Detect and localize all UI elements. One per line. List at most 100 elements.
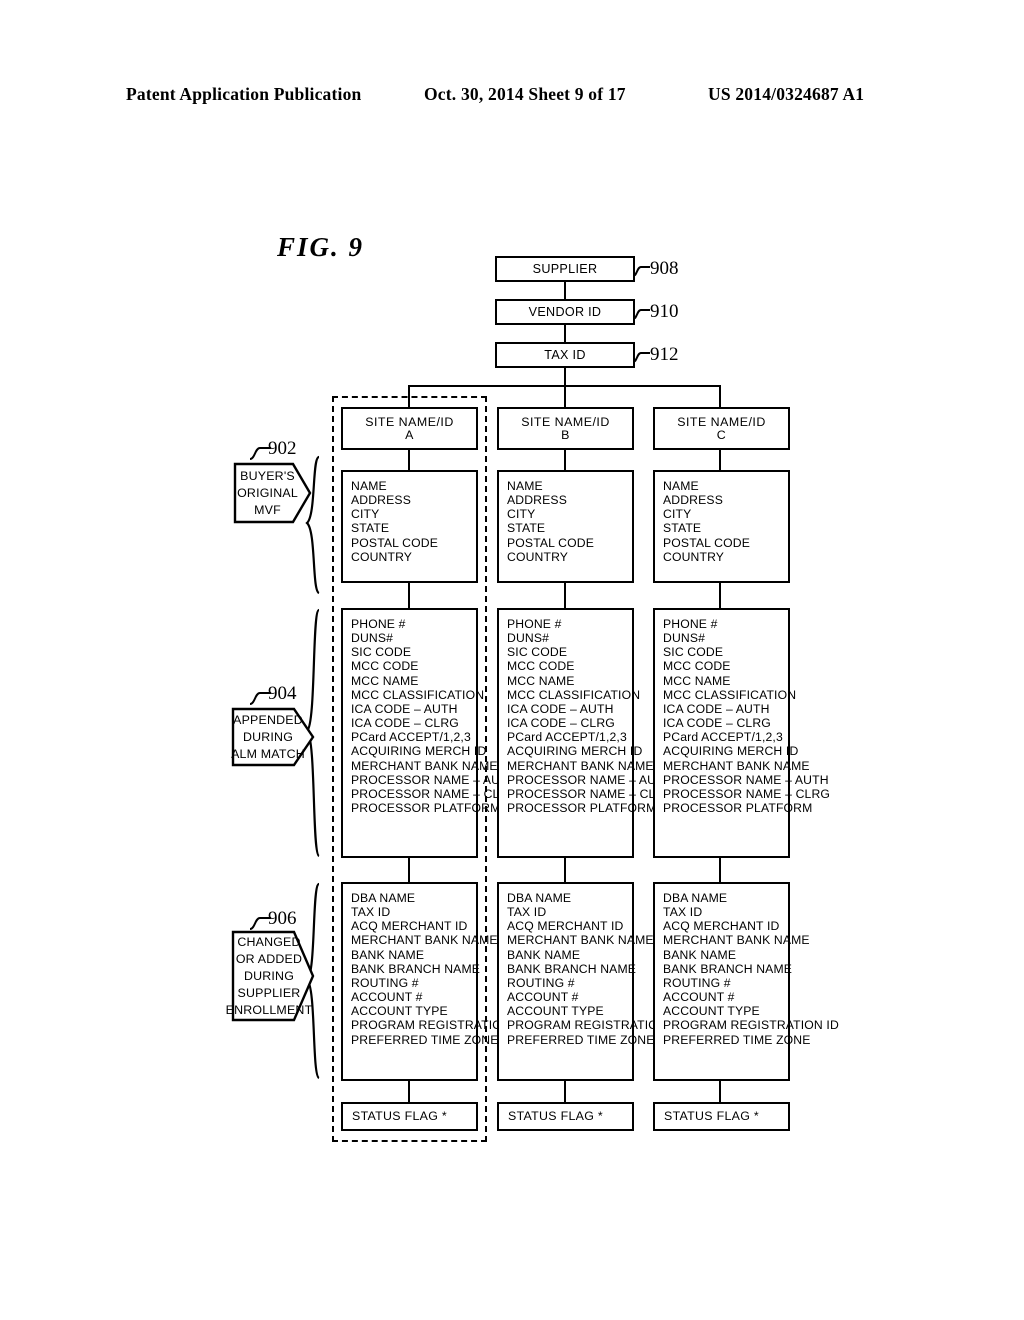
- field-row: ROUTING #: [351, 975, 419, 990]
- callout-906-line2: OR ADDED: [235, 951, 303, 966]
- connector-vendor-tax: [563, 324, 566, 344]
- field-row: BANK BRANCH NAME: [351, 961, 481, 976]
- field-row: PCard ACCEPT/1,2,3: [351, 730, 471, 745]
- supplier-box: SUPPLIER: [495, 256, 635, 282]
- field-row: ACQUIRING MERCH ID: [351, 744, 487, 759]
- figure-title: FIG. 9: [277, 232, 365, 262]
- field-row: POSTAL CODE: [507, 535, 594, 550]
- field-row: STATE: [507, 521, 546, 536]
- callout-902-line3: MVF: [254, 502, 281, 517]
- field-row: PROCESSOR NAME – CLRG: [351, 786, 519, 801]
- field-row: CITY: [507, 507, 536, 522]
- field-row: DBA NAME: [507, 891, 572, 905]
- field-row: PHONE #: [663, 617, 718, 631]
- field-row: BANK NAME: [507, 947, 581, 962]
- callout-904-line1: APPENDED: [233, 712, 303, 727]
- field-row: PROGRAM REGISTRATION ID: [351, 1018, 527, 1033]
- callout-902-line2: ORIGINAL: [237, 485, 298, 500]
- callout-902: BUYER'S ORIGINAL MVF: [233, 462, 312, 524]
- field-row: PHONE #: [351, 617, 406, 631]
- appended-fields-a: PHONE # DUNS# SIC CODE MCC CODE MCC NAME…: [341, 608, 519, 858]
- site-header-b: SITE NAME/ID B: [497, 407, 634, 450]
- enrollment-fields-c: DBA NAME TAX ID ACQ MERCHANT ID MERCHANT…: [653, 882, 839, 1081]
- field-row: MCC CODE: [663, 659, 731, 674]
- connector-c-3: [719, 858, 722, 882]
- callout-902-text: BUYER'S ORIGINAL MVF: [233, 462, 312, 524]
- callout-906-text: CHANGED OR ADDED DURING SUPPLIER ENROLLM…: [226, 930, 315, 1022]
- site-header-a-line2: A: [405, 427, 414, 442]
- field-row: ACCOUNT #: [507, 990, 579, 1005]
- field-row: ICA CODE – AUTH: [507, 701, 614, 716]
- field-row: SIC CODE: [663, 645, 724, 660]
- field-row: ADDRESS: [351, 493, 411, 508]
- field-row: NAME: [663, 479, 699, 493]
- field-row: PROCESSOR NAME – AUTH: [507, 772, 673, 787]
- field-row: COUNTRY: [507, 549, 569, 564]
- field-row: MERCHANT BANK NAME: [351, 758, 498, 773]
- patent-number-label: US 2014/0324687 A1: [708, 84, 865, 104]
- callout-904-line2: DURING: [242, 729, 294, 744]
- field-row: ADDRESS: [507, 493, 567, 508]
- field-row: PREFERRED TIME ZONE: [351, 1032, 499, 1047]
- callout-902-line1: BUYER'S: [240, 468, 295, 483]
- field-row: MCC CODE: [351, 659, 419, 674]
- callout-906-line4: SUPPLIER: [237, 985, 301, 1000]
- ref-904: 904: [268, 683, 297, 704]
- leader-912: [632, 352, 650, 363]
- original-fields-c: NAME ADDRESS CITY STATE POSTAL CODE COUN…: [653, 470, 790, 583]
- field-row: BANK NAME: [351, 947, 425, 962]
- field-row: PHONE #: [507, 617, 562, 631]
- field-row: DUNS#: [663, 631, 706, 646]
- field-row: PCard ACCEPT/1,2,3: [663, 730, 783, 745]
- field-row: MCC CLASSIFICATION: [507, 687, 641, 702]
- field-row: POSTAL CODE: [663, 535, 750, 550]
- tax-id-label: TAX ID: [544, 347, 586, 362]
- field-row: DBA NAME: [663, 891, 728, 905]
- connector-b-1: [563, 450, 566, 470]
- field-row: DUNS#: [507, 631, 550, 646]
- bus-drop-c: [719, 385, 722, 407]
- field-row: ICA CODE – AUTH: [663, 701, 770, 716]
- status-flag-b-label: STATUS FLAG *: [508, 1109, 604, 1124]
- field-row: STATE: [351, 521, 390, 536]
- site-header-a: SITE NAME/ID A: [341, 407, 478, 450]
- field-row: MERCHANT BANK NAME: [663, 933, 810, 948]
- field-row: PCard ACCEPT/1,2,3: [507, 730, 627, 745]
- field-row: DUNS#: [351, 631, 394, 646]
- appended-fields-b: PHONE # DUNS# SIC CODE MCC CODE MCC NAME…: [497, 608, 675, 858]
- field-row: TAX ID: [507, 905, 547, 920]
- field-row: STATE: [663, 521, 702, 536]
- leader-908: [632, 266, 650, 277]
- field-row: PROCESSOR NAME – CLRG: [507, 786, 675, 801]
- callout-906-line1: CHANGED: [237, 934, 301, 949]
- appended-fields-c: PHONE # DUNS# SIC CODE MCC CODE MCC NAME…: [653, 608, 831, 858]
- status-flag-c-label: STATUS FLAG *: [664, 1109, 760, 1124]
- callout-904-text: APPENDED DURING ALM MATCH: [231, 707, 315, 767]
- field-row: TAX ID: [351, 905, 391, 920]
- status-flag-a-label: STATUS FLAG *: [352, 1109, 448, 1124]
- field-row: MCC NAME: [663, 673, 731, 688]
- field-row: PREFERRED TIME ZONE: [507, 1032, 655, 1047]
- field-row: POSTAL CODE: [351, 535, 438, 550]
- ref-910: 910: [650, 301, 679, 322]
- original-fields-b: NAME ADDRESS CITY STATE POSTAL CODE COUN…: [497, 470, 634, 583]
- field-row: ACCOUNT TYPE: [351, 1004, 448, 1019]
- field-row: PROCESSOR NAME – CLRG: [663, 786, 831, 801]
- field-row: ICA CODE – CLRG: [663, 716, 771, 731]
- callout-906-line5: ENROLLMENT: [225, 1002, 313, 1017]
- connector-b-4: [563, 1081, 566, 1102]
- field-row: MCC CLASSIFICATION: [351, 687, 485, 702]
- field-row: ROUTING #: [663, 975, 731, 990]
- date-sheet-label: Oct. 30, 2014 Sheet 9 of 17: [424, 84, 626, 104]
- field-row: ICA CODE – CLRG: [507, 716, 615, 731]
- connector-c-4: [719, 1081, 722, 1102]
- enrollment-fields-a: DBA NAME TAX ID ACQ MERCHANT ID MERCHANT…: [341, 882, 527, 1081]
- page-header: Patent Application Publication Oct. 30, …: [0, 84, 1024, 110]
- status-flag-a: STATUS FLAG *: [341, 1102, 478, 1131]
- field-row: BANK NAME: [663, 947, 737, 962]
- ref-908: 908: [650, 258, 679, 279]
- field-row: NAME: [351, 479, 387, 493]
- field-row: ICA CODE – CLRG: [351, 716, 459, 731]
- field-row: MCC NAME: [507, 673, 575, 688]
- callout-906-line3: DURING: [243, 968, 295, 983]
